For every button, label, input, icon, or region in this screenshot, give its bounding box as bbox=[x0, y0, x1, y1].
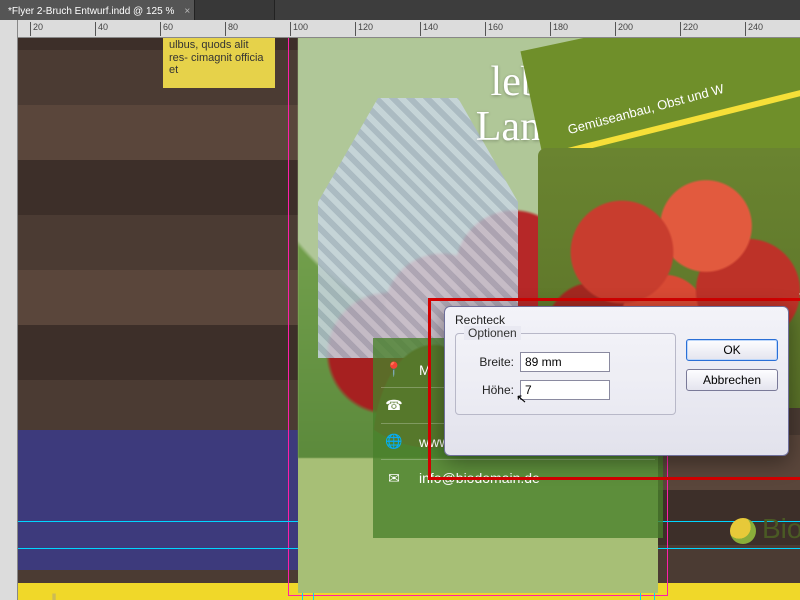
globe-icon: 🌐 bbox=[381, 433, 407, 450]
ruler-tick: 200 bbox=[615, 22, 633, 36]
lorem-snippet: ulbus, quods alit res- cimagnit officia … bbox=[163, 38, 275, 88]
document-tab-inactive[interactable] bbox=[195, 0, 275, 20]
ruler-horizontal[interactable]: 20 40 60 80 100 120 140 160 180 200 220 … bbox=[18, 20, 800, 38]
ruler-tick: 100 bbox=[290, 22, 308, 36]
height-label: Höhe: bbox=[466, 383, 514, 397]
height-input[interactable] bbox=[520, 380, 610, 400]
ruler-tick: 80 bbox=[225, 22, 238, 36]
leaf-logo-icon bbox=[730, 518, 756, 544]
background-purple bbox=[18, 430, 318, 570]
cancel-button[interactable]: Abbrechen bbox=[686, 369, 778, 391]
document-tab-active[interactable]: *Flyer 2-Bruch Entwurf.indd @ 125 % × bbox=[0, 0, 195, 20]
brand-bioh: Bioh bbox=[730, 513, 800, 545]
ruler-tick: 60 bbox=[160, 22, 173, 36]
ruler-tick: 240 bbox=[745, 22, 763, 36]
ruler-tick: 20 bbox=[30, 22, 43, 36]
options-fieldset: Optionen Breite: Höhe: ↖ bbox=[455, 333, 676, 415]
canvas[interactable]: als.de rinto ulbus, quods alit res- cima… bbox=[18, 38, 800, 600]
ruler-tick: 40 bbox=[95, 22, 108, 36]
width-input[interactable] bbox=[520, 352, 610, 372]
ruler-tick: 140 bbox=[420, 22, 438, 36]
mail-icon: ✉ bbox=[381, 470, 407, 487]
ruler-tick: 120 bbox=[355, 22, 373, 36]
rectangle-dialog: Rechteck Optionen Breite: Höhe: ↖ OK Abb… bbox=[444, 306, 789, 456]
watermark: als.de bbox=[18, 588, 79, 600]
close-icon[interactable]: × bbox=[184, 6, 190, 17]
document-tabs: *Flyer 2-Bruch Entwurf.indd @ 125 % × bbox=[0, 0, 800, 20]
ok-button[interactable]: OK bbox=[686, 339, 778, 361]
ruler-tick: 180 bbox=[550, 22, 568, 36]
ruler-tick: 160 bbox=[485, 22, 503, 36]
ruler-vertical[interactable] bbox=[0, 20, 18, 600]
pin-icon: 📍 bbox=[381, 361, 407, 378]
tab-title: *Flyer 2-Bruch Entwurf.indd @ 125 % bbox=[8, 6, 174, 17]
width-label: Breite: bbox=[466, 355, 514, 369]
phone-icon: ☎ bbox=[381, 397, 407, 414]
ruler-tick: 220 bbox=[680, 22, 698, 36]
fieldset-legend: Optionen bbox=[464, 326, 521, 340]
